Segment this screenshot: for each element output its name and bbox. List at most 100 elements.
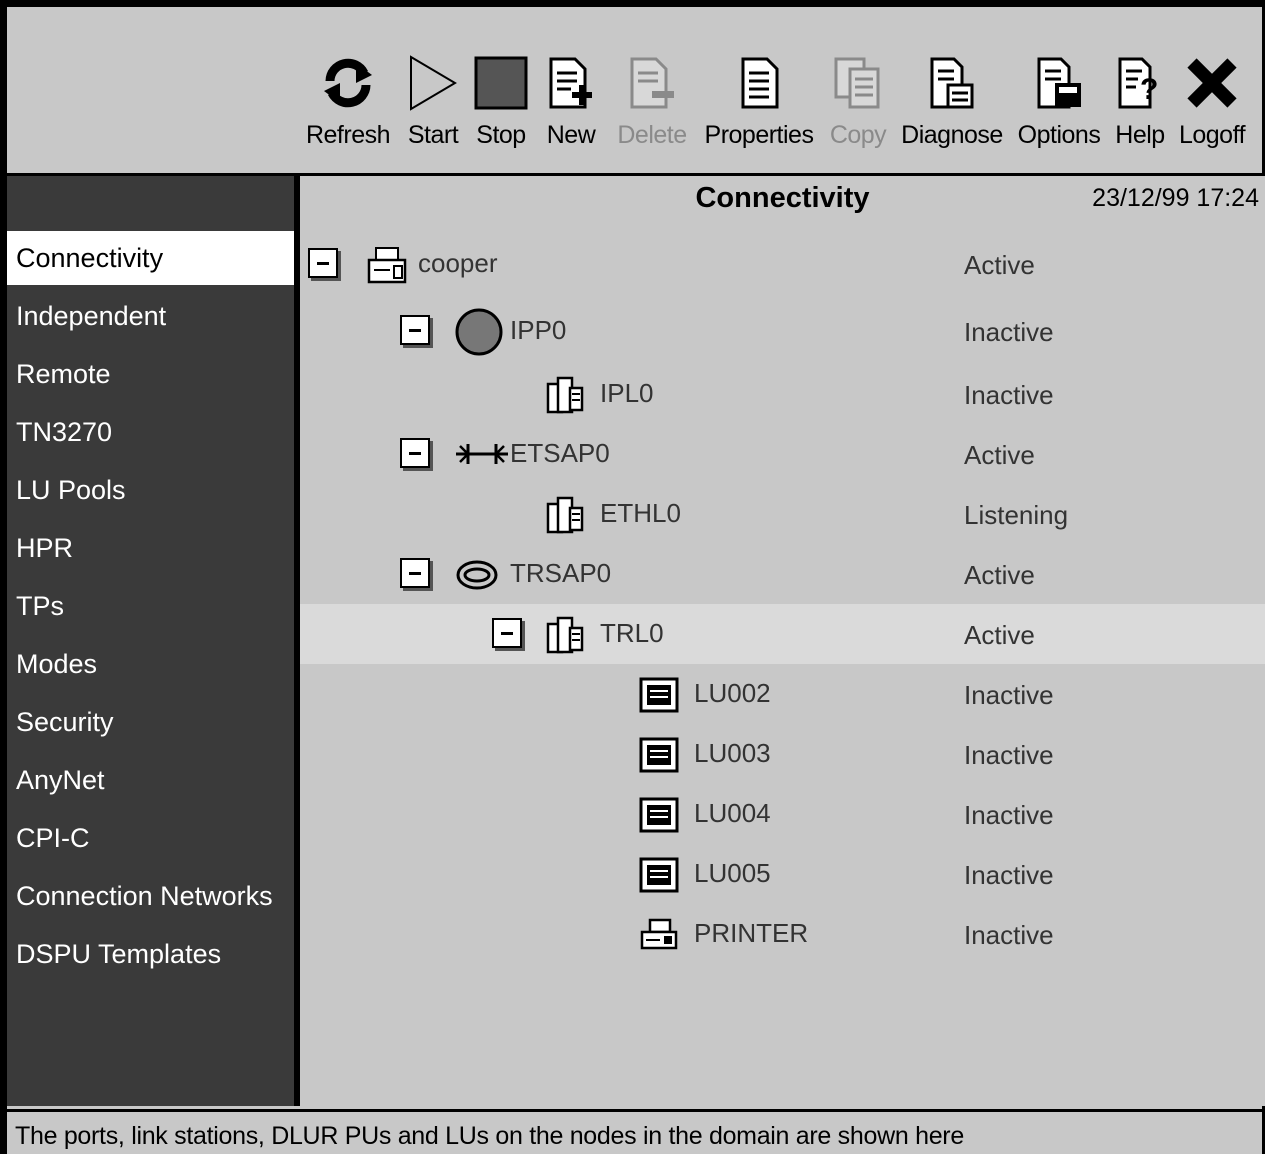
token-ring-port-icon xyxy=(456,560,498,590)
logoff-label: Logoff xyxy=(1178,121,1246,149)
delete-document-icon xyxy=(630,57,674,109)
link-station-icon xyxy=(546,376,584,414)
timestamp: 23/12/99 17:24 xyxy=(1092,184,1259,212)
tree-row-printer[interactable]: PRINTER Inactive xyxy=(300,904,1265,964)
copy-icon xyxy=(834,57,880,109)
tree-row-trl0[interactable]: TRL0 Active xyxy=(300,604,1265,664)
tree-node-status: Inactive xyxy=(964,680,1054,710)
help-icon: ? xyxy=(1118,57,1158,109)
sidebar-item-cpi-c[interactable]: CPI-C xyxy=(7,811,294,865)
tree-node-label: LU002 xyxy=(694,678,771,708)
tree-row-trsap0[interactable]: TRSAP0 Active xyxy=(300,544,1265,604)
tree-node-label: LU003 xyxy=(694,738,771,768)
status-message: The ports, link stations, DLUR PUs and L… xyxy=(15,1122,964,1150)
status-bar: The ports, link stations, DLUR PUs and L… xyxy=(7,1109,1262,1154)
collapse-toggle[interactable] xyxy=(400,438,430,468)
toolbar: Refresh Start Stop New Delete Properties… xyxy=(7,7,1262,176)
copy-button[interactable]: Copy xyxy=(826,55,890,165)
ethernet-port-icon xyxy=(456,444,508,464)
sidebar-item-independent[interactable]: Independent xyxy=(7,289,294,343)
copy-label: Copy xyxy=(829,121,887,149)
tree-node-label: IPP0 xyxy=(510,315,567,345)
tree-row-ethl0[interactable]: ETHL0 Listening xyxy=(300,484,1265,544)
collapse-toggle[interactable] xyxy=(492,618,522,648)
tree-row-lu003[interactable]: LU003 Inactive xyxy=(300,724,1265,784)
tree-node-status: Active xyxy=(964,560,1035,590)
options-button[interactable]: Options xyxy=(1014,55,1104,165)
tree-node-label: cooper xyxy=(418,248,498,278)
sidebar-item-connection-networks[interactable]: Connection Networks xyxy=(7,869,294,923)
delete-button[interactable]: Delete xyxy=(613,55,691,165)
main-panel: Connectivity 23/12/99 17:24 cooper Activ… xyxy=(297,176,1265,1106)
link-station-icon xyxy=(546,616,584,654)
sidebar-item-lu-pools[interactable]: LU Pools xyxy=(7,463,294,517)
collapse-toggle[interactable] xyxy=(308,248,338,278)
properties-icon xyxy=(741,57,779,109)
link-station-icon xyxy=(546,496,584,534)
diagnose-icon xyxy=(930,57,974,109)
new-label: New xyxy=(546,121,596,149)
diagnose-button[interactable]: Diagnose xyxy=(898,55,1006,165)
tree-row-lu005[interactable]: LU005 Inactive xyxy=(300,844,1265,904)
tree-node-status: Inactive xyxy=(964,380,1054,410)
refresh-button[interactable]: Refresh xyxy=(303,55,393,165)
tree-node-status: Inactive xyxy=(964,860,1054,890)
properties-label: Properties xyxy=(704,121,814,149)
stop-label: Stop xyxy=(476,121,526,149)
tree-row-ipl0[interactable]: IPL0 Inactive xyxy=(300,364,1265,424)
collapse-toggle[interactable] xyxy=(400,558,430,588)
tree-node-label: ETHL0 xyxy=(600,498,681,528)
start-button[interactable]: Start xyxy=(403,55,463,165)
printer-icon xyxy=(640,918,678,950)
tree-node-status: Listening xyxy=(964,500,1069,530)
sidebar-item-connectivity[interactable]: Connectivity xyxy=(7,231,294,285)
sidebar-item-anynet[interactable]: AnyNet xyxy=(7,753,294,807)
options-icon xyxy=(1037,57,1081,109)
application-window: Refresh Start Stop New Delete Properties… xyxy=(7,7,1265,1154)
play-icon xyxy=(410,55,457,111)
svg-text:?: ? xyxy=(1140,73,1158,106)
tree-node-label: TRSAP0 xyxy=(510,558,612,588)
sidebar-item-tn3270[interactable]: TN3270 xyxy=(7,405,294,459)
delete-label: Delete xyxy=(617,121,687,149)
sidebar-item-remote[interactable]: Remote xyxy=(7,347,294,401)
sidebar-item-hpr[interactable]: HPR xyxy=(7,521,294,575)
ip-port-icon xyxy=(455,308,503,356)
tree-node-label: PRINTER xyxy=(694,918,809,948)
tree-node-label: LU004 xyxy=(694,798,771,828)
refresh-label: Refresh xyxy=(305,121,391,149)
sidebar-item-tps[interactable]: TPs xyxy=(7,579,294,633)
new-button[interactable]: New xyxy=(541,55,601,165)
sidebar: Connectivity Independent Remote TN3270 L… xyxy=(7,176,297,1106)
help-label: Help xyxy=(1115,121,1165,149)
sidebar-item-dspu-templates[interactable]: DSPU Templates xyxy=(7,927,294,981)
tree-node-status: Inactive xyxy=(964,800,1054,830)
tree-node-status: Inactive xyxy=(964,920,1054,950)
lu-terminal-icon xyxy=(639,677,679,713)
tree-node-status: Inactive xyxy=(964,740,1054,770)
tree-node-status: Active xyxy=(964,250,1035,280)
new-document-icon xyxy=(549,57,592,109)
logoff-x-icon xyxy=(1187,58,1237,108)
tree-node-label: ETSAP0 xyxy=(510,438,610,468)
sidebar-item-security[interactable]: Security xyxy=(7,695,294,749)
tree-row-cooper[interactable]: cooper Active xyxy=(300,234,1265,294)
properties-button[interactable]: Properties xyxy=(700,55,818,165)
refresh-icon xyxy=(324,58,372,108)
tree-node-label: IPL0 xyxy=(600,378,654,408)
logoff-button[interactable]: Logoff xyxy=(1174,55,1250,165)
stop-button[interactable]: Stop xyxy=(471,55,531,165)
tree-row-etsap0[interactable]: ETSAP0 Active xyxy=(300,424,1265,484)
lu-terminal-icon xyxy=(639,857,679,893)
tree-row-lu002[interactable]: LU002 Inactive xyxy=(300,664,1265,724)
stop-icon xyxy=(474,56,528,110)
tree-row-lu004[interactable]: LU004 Inactive xyxy=(300,784,1265,844)
tree-row-ipp0[interactable]: IPP0 Inactive xyxy=(300,301,1265,361)
help-button[interactable]: ? Help xyxy=(1110,55,1170,165)
sidebar-item-modes[interactable]: Modes xyxy=(7,637,294,691)
diagnose-label: Diagnose xyxy=(901,121,1003,149)
collapse-toggle[interactable] xyxy=(400,315,430,345)
tree-node-label: TRL0 xyxy=(600,618,664,648)
tree-node-status: Inactive xyxy=(964,317,1054,347)
options-label: Options xyxy=(1017,121,1101,149)
